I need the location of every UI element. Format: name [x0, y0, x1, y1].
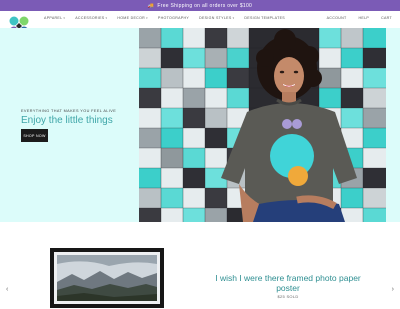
main-nav: APPAREL▾ ACCESSORIES▾ HOME DECOR▾ PHOTOG… — [44, 16, 285, 20]
chevron-down-icon: ▾ — [105, 16, 108, 20]
hero-title: Enjoy the little things — [21, 115, 113, 126]
hero-tagline: EVERYTHING THAT MAKES YOU FEEL ALIVE — [21, 109, 117, 113]
account-link[interactable]: ACCOUNT — [327, 16, 347, 20]
account-nav: ACCOUNT HELP CART — [327, 16, 392, 20]
landscape-photo — [54, 252, 160, 304]
hero-image — [139, 28, 386, 222]
help-link[interactable]: HELP — [358, 16, 369, 20]
shop-now-button[interactable]: SHOP NOW — [21, 129, 48, 142]
product-title[interactable]: I wish I were there framed photo paper p… — [212, 273, 364, 293]
nav-item-accessories[interactable]: ACCESSORIES▾ — [75, 16, 107, 20]
chevron-down-icon: ▾ — [146, 16, 148, 20]
nav-item-apparel[interactable]: APPAREL▾ — [44, 16, 65, 20]
nav-item-design-styles[interactable]: DESIGN STYLES▾ — [199, 16, 234, 20]
hero-photo — [139, 28, 386, 222]
nav-item-home-decor[interactable]: HOME DECOR▾ — [117, 16, 148, 20]
truck-icon: 🚚 — [147, 2, 155, 9]
carousel-prev-arrow[interactable]: ‹ — [6, 286, 8, 293]
site-header — [0, 11, 400, 29]
cart-link[interactable]: CART — [381, 16, 392, 20]
product-image[interactable] — [54, 252, 160, 304]
nav-item-photography[interactable]: PHOTOGRAPHY — [158, 16, 189, 20]
carousel-next-arrow[interactable]: › — [392, 286, 394, 293]
announcement-bar: 🚚 Free Shipping on all orders over $100 — [0, 0, 400, 11]
product-price: $25 SOLD — [277, 294, 299, 299]
chevron-down-icon: ▾ — [232, 16, 235, 20]
nav-item-design-templates[interactable]: DESIGN TEMPLATES — [244, 16, 285, 20]
announcement-text: Free Shipping on all orders over $100 — [157, 2, 253, 9]
chevron-down-icon: ▾ — [63, 16, 66, 20]
